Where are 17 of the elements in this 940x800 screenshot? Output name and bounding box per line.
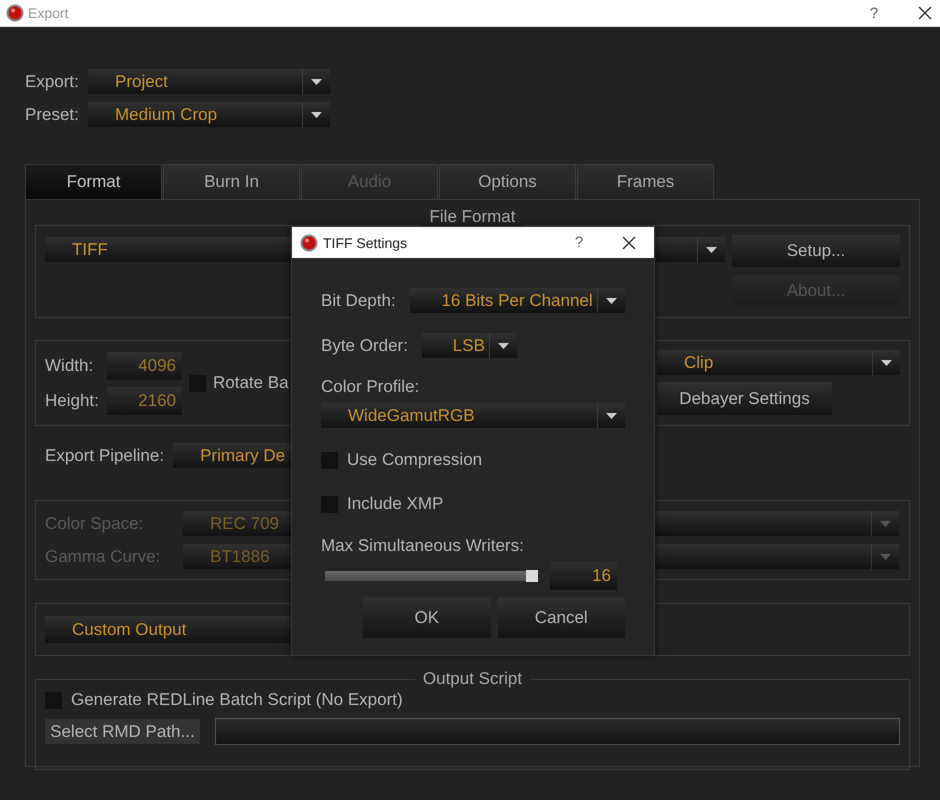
checkbox-label: Generate REDLine Batch Script (No Export) [71, 690, 403, 710]
field-label: Byte Order: [321, 336, 408, 356]
dialog-title: TIFF Settings [323, 234, 408, 250]
field-label: Width: [45, 356, 94, 376]
checkbox-label: Rotate Ba [213, 373, 289, 393]
field-label: Max Simultaneous Writers: [321, 536, 524, 555]
field-label: Bit Depth: [321, 290, 396, 310]
field-label: Color Profile: [321, 377, 420, 396]
field-label: Export: [25, 72, 80, 92]
checkbox-label: Use Compression [347, 450, 482, 470]
group-title: File Format [422, 207, 524, 227]
field-label: Height: [45, 390, 100, 410]
window-title: Export [28, 5, 68, 21]
checkbox-label: Include XMP [347, 494, 444, 514]
field-label: Preset: [25, 104, 80, 124]
field-label: Export Pipeline: [45, 446, 164, 466]
group-title: Output Script [414, 669, 530, 689]
